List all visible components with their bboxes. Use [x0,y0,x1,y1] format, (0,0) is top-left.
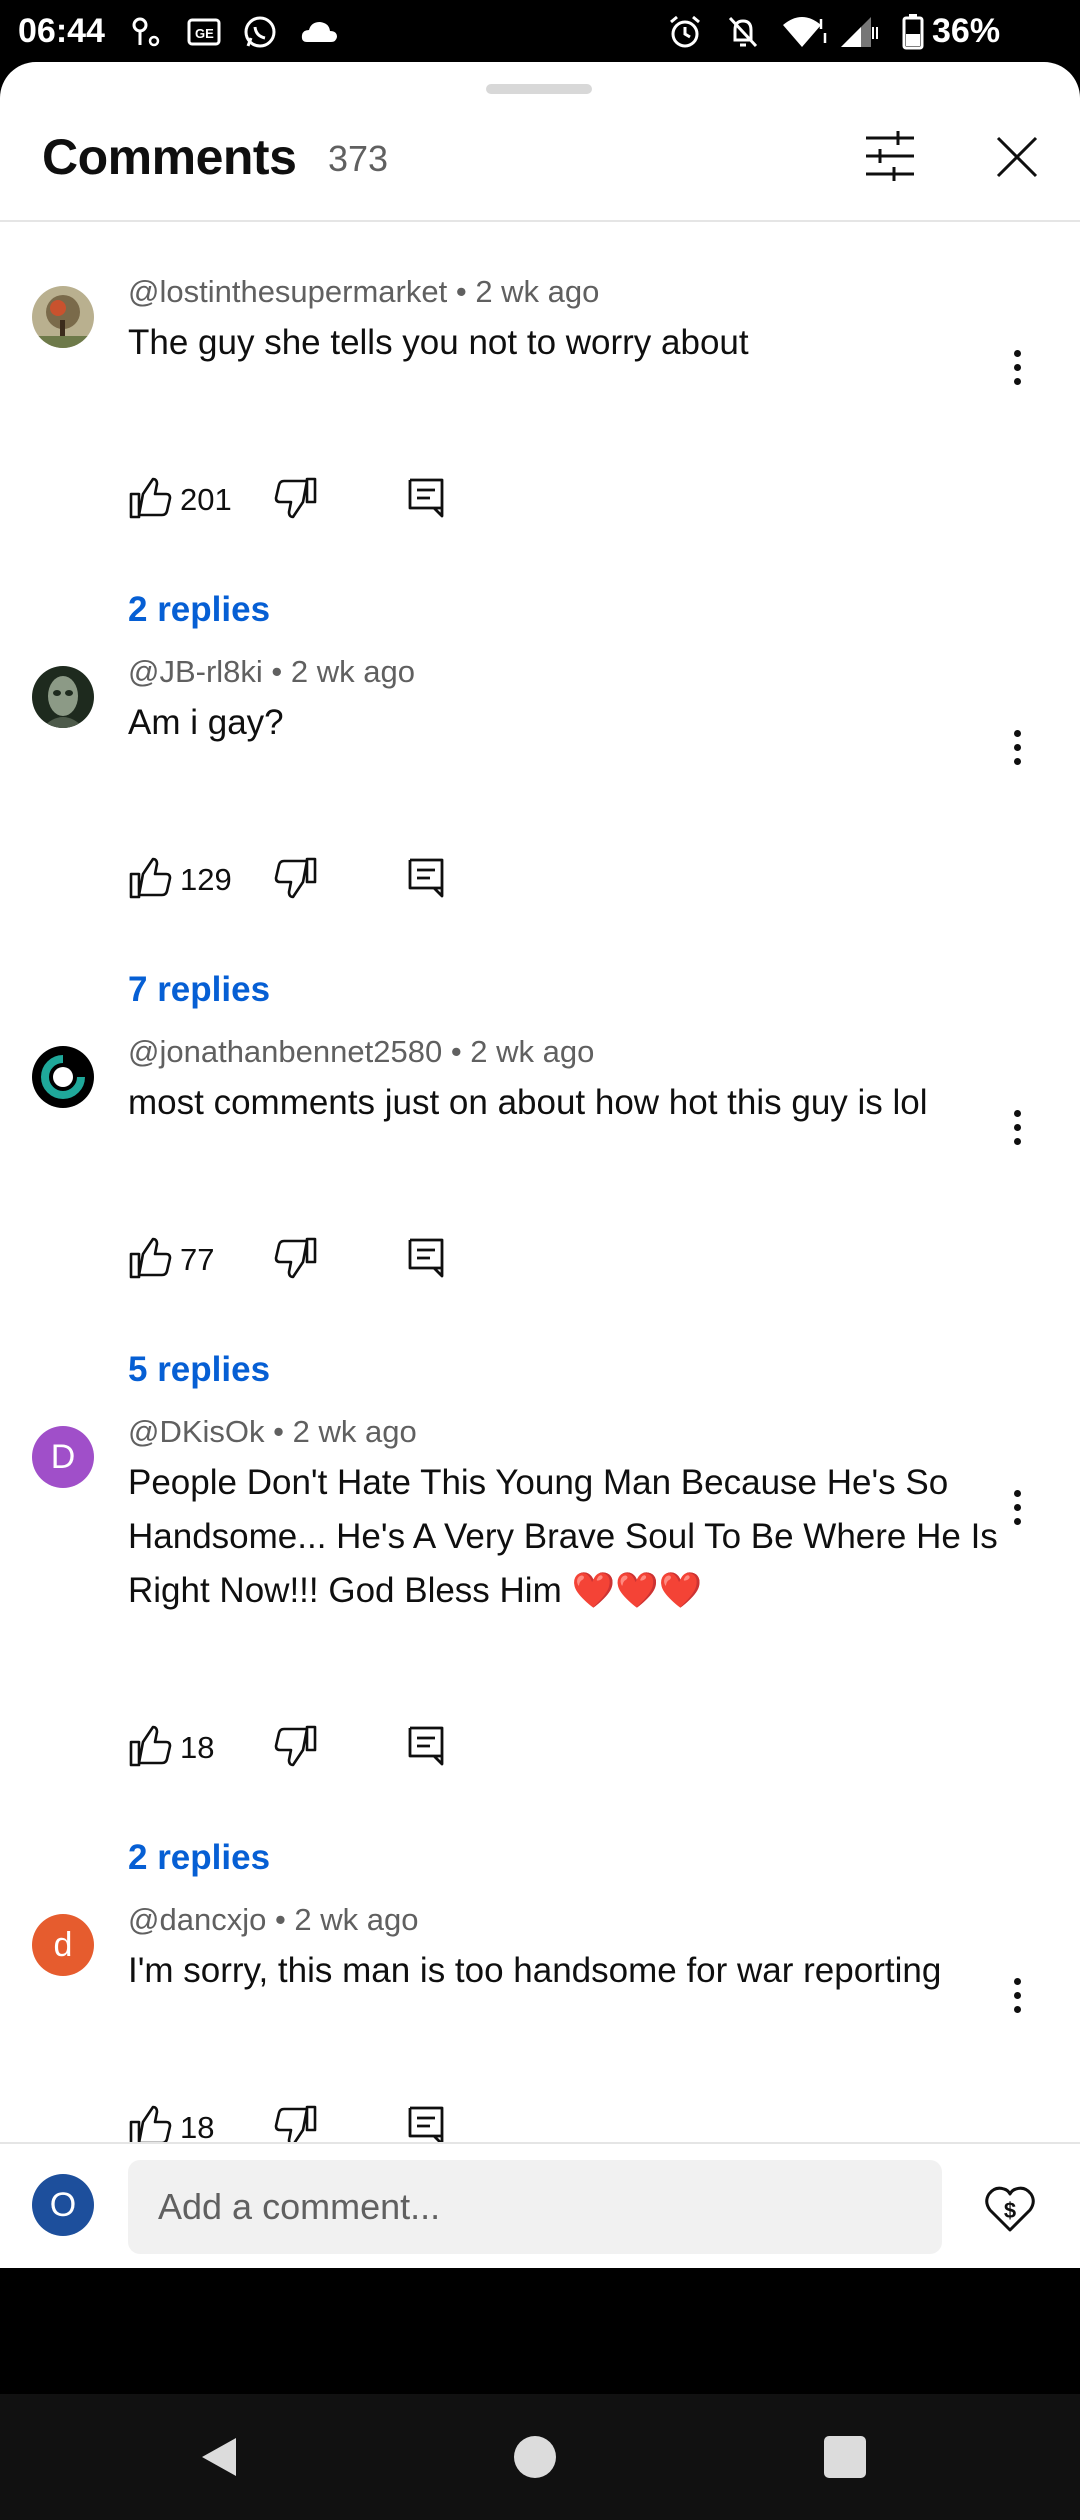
thumbs-down-icon [274,857,317,899]
user-avatar[interactable]: O [32,2174,94,2236]
thumbs-up-icon [129,477,172,519]
comment-text: The guy she tells you not to worry about [128,323,749,362]
comment-text: most comments just on about how hot this… [128,1083,928,1122]
comment-actions: 77 [128,1236,528,1286]
comment-reply-icon [408,858,444,898]
like-count: 18 [180,1730,215,1765]
back-button[interactable] [196,2434,242,2485]
more-options-button[interactable] [1000,722,1034,772]
avatar[interactable] [32,1046,94,1108]
comment-author[interactable]: @jonathanbennet2580 [128,1034,442,1069]
more-options-button[interactable] [1000,1102,1034,1152]
comment-composer: O Add a comment... $ [0,2142,1080,2268]
more-options-button[interactable] [1000,1970,1034,2020]
reply-button[interactable] [406,1236,446,1280]
wifi-icon [780,14,828,50]
recents-button[interactable] [824,2436,866,2478]
news-icon: GE [186,14,222,50]
comment-meta: @lostinthesupermarket • 2 wk ago [128,274,600,309]
close-icon [996,136,1038,178]
sliders-icon [866,131,914,181]
dislike-button[interactable] [274,856,318,900]
comment-count: 373 [328,138,389,179]
comment-actions: 18 [128,1724,528,1774]
thumbs-down-icon [274,1725,317,1767]
comment-age: 2 wk ago [475,274,600,309]
view-replies-link[interactable]: 7 replies [128,970,270,1010]
comment-meta: @JB-rl8ki • 2 wk ago [128,654,415,689]
dislike-button[interactable] [274,1724,318,1768]
reply-button[interactable] [406,476,446,520]
cloud-icon [298,14,340,50]
more-options-button[interactable] [1000,1482,1034,1532]
comment-reply-icon [408,478,444,518]
comments-header: Comments 373 [0,62,1080,222]
bell-off-icon [724,14,762,50]
battery-icon [900,14,926,50]
comment-meta: @dancxjo • 2 wk ago [128,1902,419,1937]
dislike-button[interactable] [274,476,318,520]
like-count: 77 [180,1242,215,1277]
status-bar: 06:44 GE 36% [0,0,1080,64]
comment-author[interactable]: @dancxjo [128,1902,266,1937]
svg-text:$: $ [1004,2198,1016,2223]
home-button[interactable] [514,2436,556,2478]
comment-age: 2 wk ago [470,1034,595,1069]
like-count: 201 [180,482,232,517]
like-count: 129 [180,862,232,897]
thumbs-up-icon [129,857,172,899]
super-thanks-icon: $ [985,2186,1035,2232]
system-navigation-bar [0,2394,1080,2520]
view-replies-link[interactable]: 5 replies [128,1350,270,1390]
status-time: 06:44 [18,12,105,50]
location-icon [128,14,164,50]
more-options-button[interactable] [1000,342,1034,392]
view-replies-link[interactable]: 2 replies [128,1838,270,1878]
alarm-icon [666,14,704,50]
avatar[interactable]: d [32,1914,94,1976]
avatar[interactable]: D [32,1426,94,1488]
comment-text: People Don't Hate This Young Man Because… [128,1463,998,1610]
page-title: Comments [42,129,297,185]
filter-sort-button[interactable] [862,128,918,184]
comment-meta: @jonathanbennet2580 • 2 wk ago [128,1034,595,1069]
like-button[interactable] [128,1724,172,1768]
comment-meta: @DKisOk • 2 wk ago [128,1414,417,1449]
reply-button[interactable] [406,1724,446,1768]
thumbs-down-icon [274,477,317,519]
comment-age: 2 wk ago [292,1414,417,1449]
reply-button[interactable] [406,856,446,900]
thumbs-up-icon [129,1237,172,1279]
whatsapp-icon [240,14,280,50]
view-replies-link[interactable]: 2 replies [128,590,270,630]
thumbs-down-icon [274,1237,317,1279]
comment-text: I'm sorry, this man is too handsome for … [128,1951,942,1990]
thumbs-up-icon [129,1725,172,1767]
add-comment-input[interactable]: Add a comment... [128,2160,942,2254]
comments-sheet: Comments 373 @lostinthesupermarket • 2 w… [0,62,1080,2268]
comment-actions: 201 [128,476,528,526]
like-button[interactable] [128,856,172,900]
comment-reply-icon [408,1238,444,1278]
like-button[interactable] [128,1236,172,1280]
avatar[interactable] [32,286,94,348]
battery-percentage: 36% [932,12,1001,50]
comment-author[interactable]: @JB-rl8ki [128,654,263,689]
comment-text: Am i gay? [128,703,284,742]
dislike-button[interactable] [274,1236,318,1280]
comment-reply-icon [408,1726,444,1766]
comment-age: 2 wk ago [294,1902,419,1937]
close-button[interactable] [992,132,1042,182]
back-triangle-icon [202,2438,236,2476]
avatar[interactable] [32,666,94,728]
like-count: 18 [180,2110,215,2145]
comment-author[interactable]: @lostinthesupermarket [128,274,447,309]
signal-icon [838,14,880,50]
svg-text:GE: GE [195,26,214,41]
like-button[interactable] [128,476,172,520]
super-thanks-button[interactable]: $ [982,2180,1038,2236]
comment-age: 2 wk ago [290,654,415,689]
comment-actions: 129 [128,856,528,906]
comment-author[interactable]: @DKisOk [128,1414,265,1449]
